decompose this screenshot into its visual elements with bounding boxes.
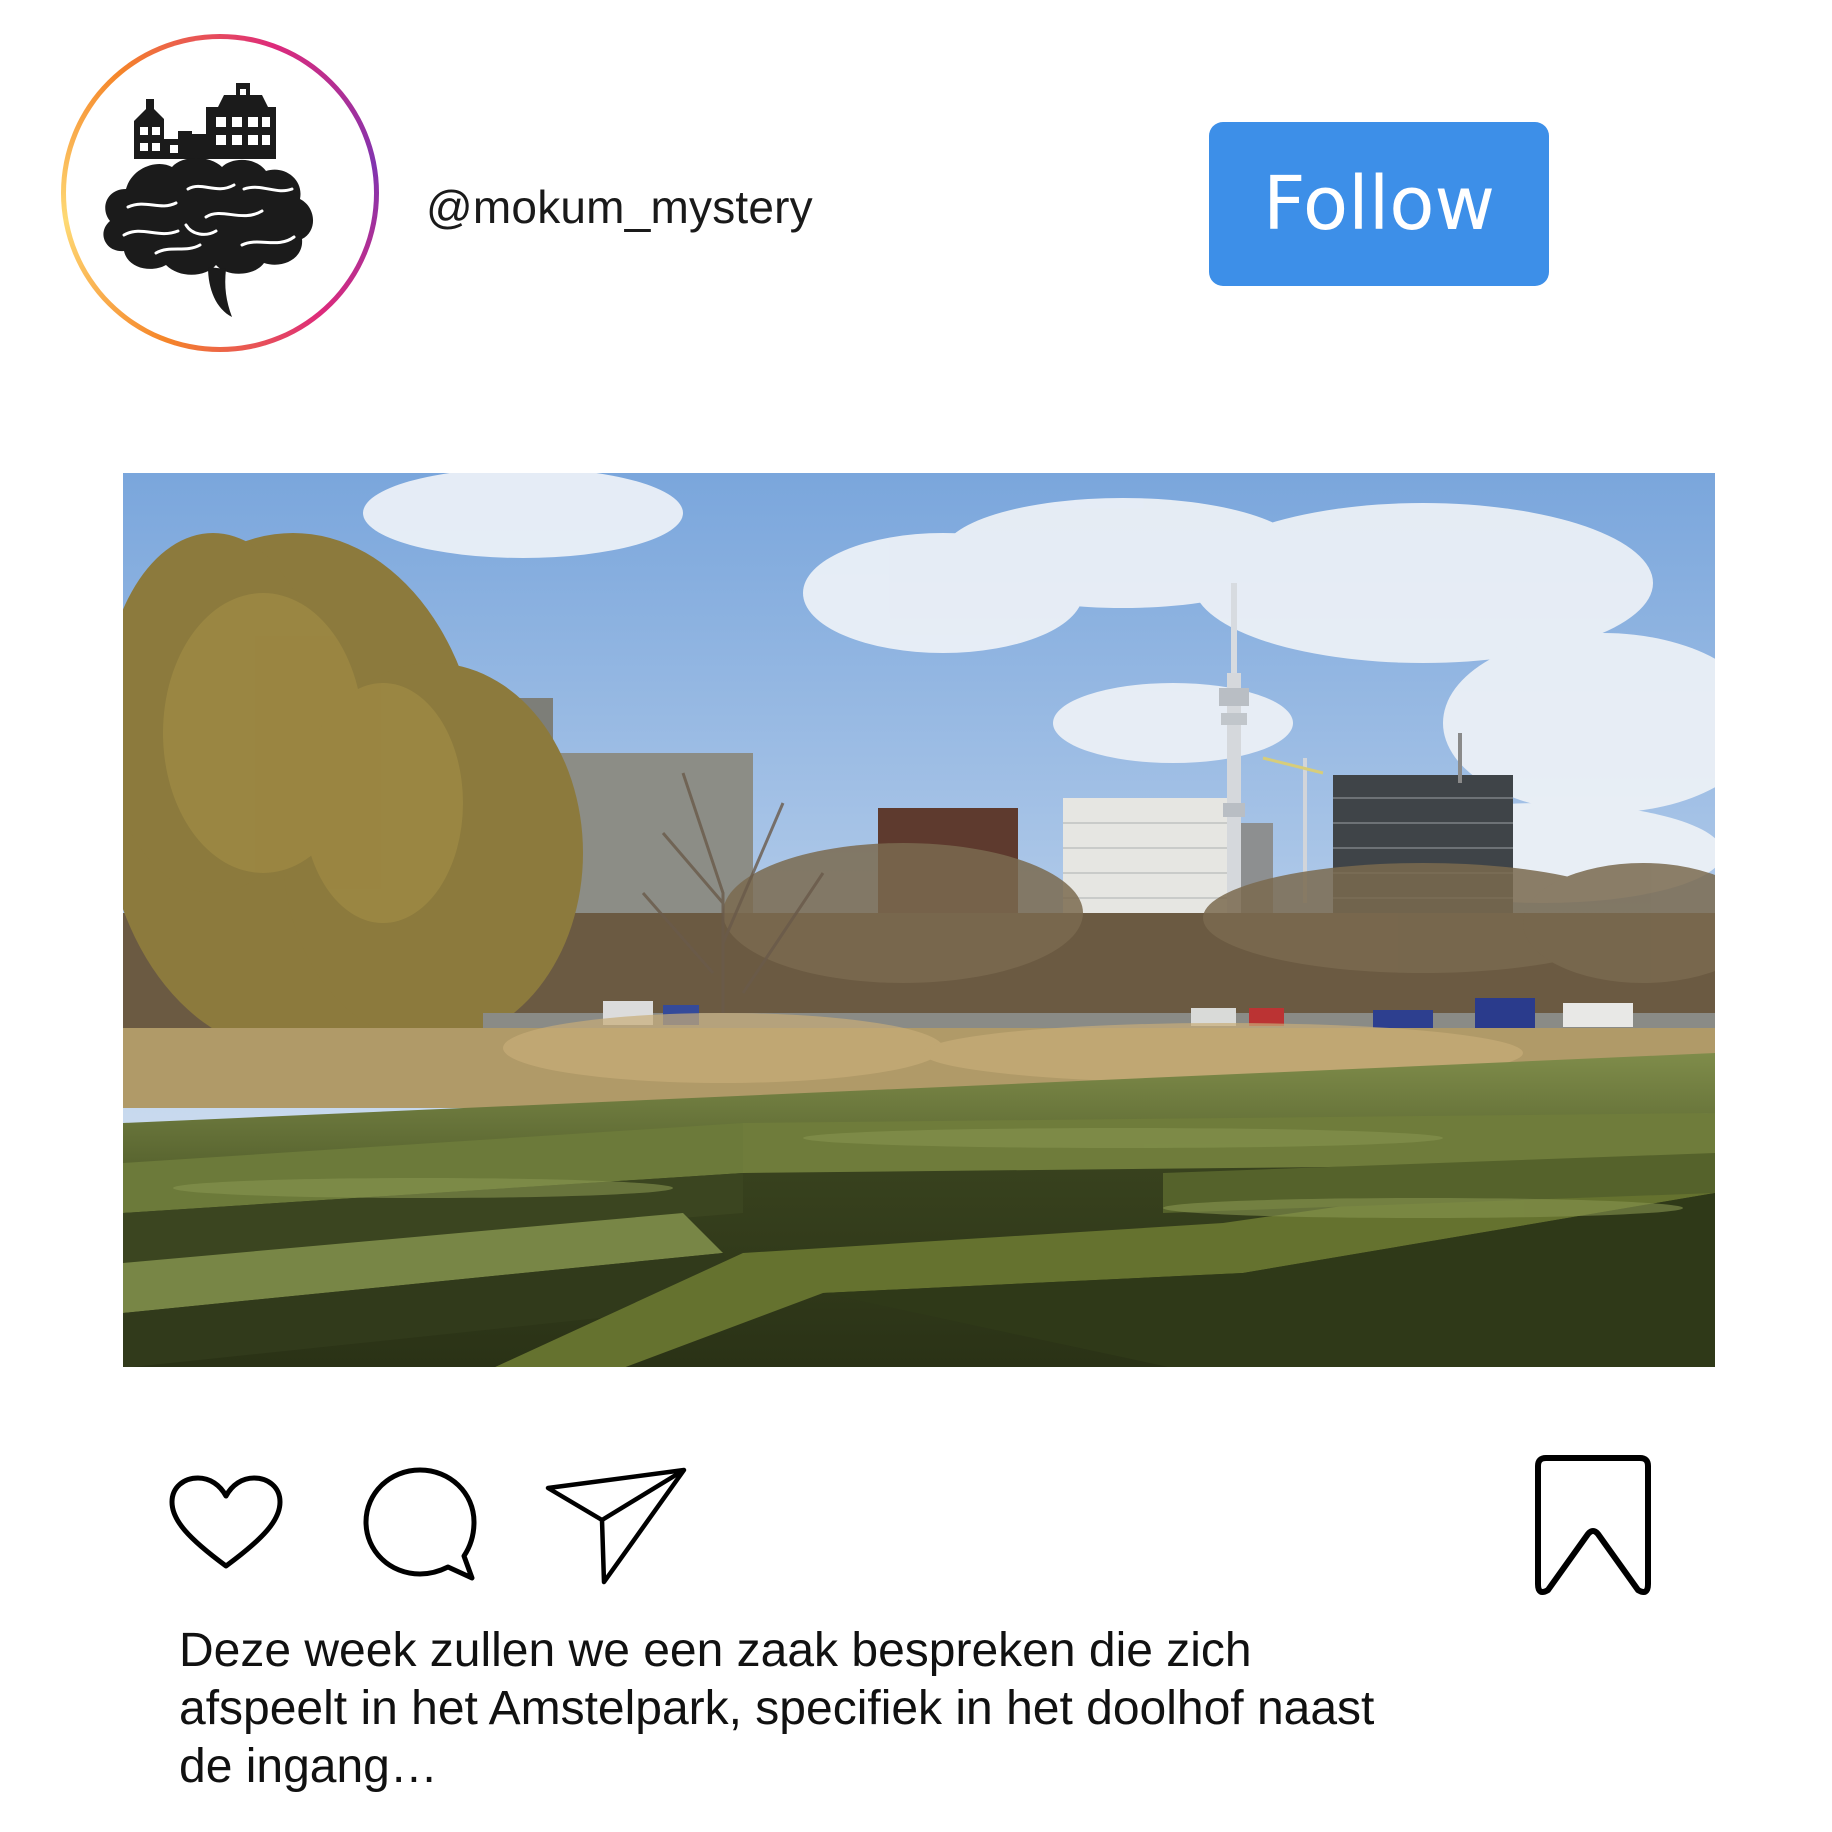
heart-icon[interactable]	[168, 1474, 284, 1574]
avatar[interactable]	[61, 34, 379, 352]
post-photo-image	[123, 473, 1715, 1367]
post-caption: Deze week zullen we een zaak bespreken d…	[179, 1624, 1375, 1793]
follow-button[interactable]: Follow	[1209, 122, 1549, 286]
city-brain-logo-icon	[103, 83, 314, 317]
post-photo[interactable]	[123, 473, 1715, 1367]
avatar-inner	[66, 39, 374, 347]
paper-plane-icon[interactable]	[544, 1464, 690, 1590]
comment-bubble-icon[interactable]	[360, 1464, 480, 1586]
bookmark-icon[interactable]	[1532, 1454, 1654, 1600]
username[interactable]: @mokum_mystery	[426, 180, 813, 234]
